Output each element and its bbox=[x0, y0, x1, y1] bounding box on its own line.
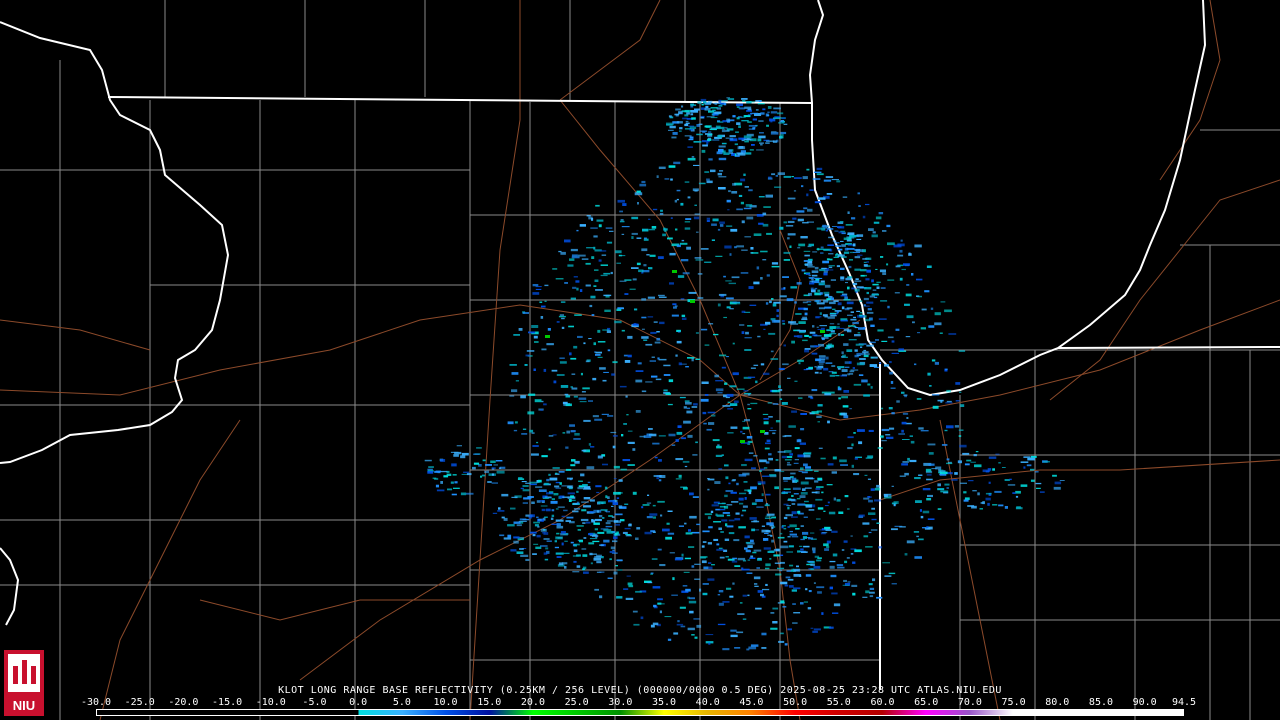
radar-map: NIU bbox=[0, 0, 1280, 720]
logo-text: NIU bbox=[13, 698, 35, 713]
colorbar-tick-label: -15.0 bbox=[212, 697, 243, 708]
colorbar-tick-labels: -30.0 -25.0 -20.0 -15.0 -10.0 -5.0 0.0 5.0 10.0 1… bbox=[81, 697, 1196, 709]
colorbar-tick-label: 10.0 bbox=[433, 697, 458, 708]
colorbar-tick-label: 30.0 bbox=[608, 697, 633, 708]
colorbar-tick-label: 80.0 bbox=[1045, 697, 1070, 708]
colorbar-tick-label: -30.0 bbox=[80, 697, 112, 708]
niu-tower-logo-icon: NIU bbox=[4, 650, 44, 716]
colorbar-tick-label: 20.0 bbox=[520, 697, 545, 708]
colorbar-tick-label: -25.0 bbox=[124, 697, 155, 708]
colorbar-tick-label: 55.0 bbox=[826, 697, 851, 708]
colorbar-tick-label: 50.0 bbox=[783, 697, 808, 708]
product-caption: KLOT LONG RANGE BASE REFLECTIVITY (0.25K… bbox=[278, 685, 1002, 696]
colorbar-tick-label: 70.0 bbox=[957, 697, 982, 708]
colorbar-tick-label: 25.0 bbox=[564, 697, 589, 708]
colorbar-tick-label: 94.5 bbox=[1171, 697, 1197, 708]
colorbar-tick-label: -20.0 bbox=[168, 697, 199, 708]
colorbar-tick-label: 0.0 bbox=[349, 697, 368, 708]
colorbar-tick-label: 40.0 bbox=[695, 697, 720, 708]
colorbar-tick-label: 60.0 bbox=[870, 697, 895, 708]
colorbar-tick-label: 85.0 bbox=[1088, 697, 1114, 708]
colorbar-tick-label: 15.0 bbox=[477, 697, 502, 708]
colorbar-tick-label: -10.0 bbox=[255, 697, 286, 708]
colorbar-tick-label: 75.0 bbox=[1001, 697, 1026, 708]
colorbar-tick-label: 90.0 bbox=[1132, 697, 1157, 708]
colorbar-tick-label: 35.0 bbox=[651, 697, 677, 708]
reflectivity-colorbar bbox=[96, 709, 1184, 716]
colorbar-tick-label: -5.0 bbox=[302, 697, 327, 708]
colorbar-tick-label: 45.0 bbox=[739, 697, 764, 708]
colorbar-tick-label: 5.0 bbox=[392, 697, 411, 708]
colorbar-tick-label: 65.0 bbox=[914, 697, 939, 708]
